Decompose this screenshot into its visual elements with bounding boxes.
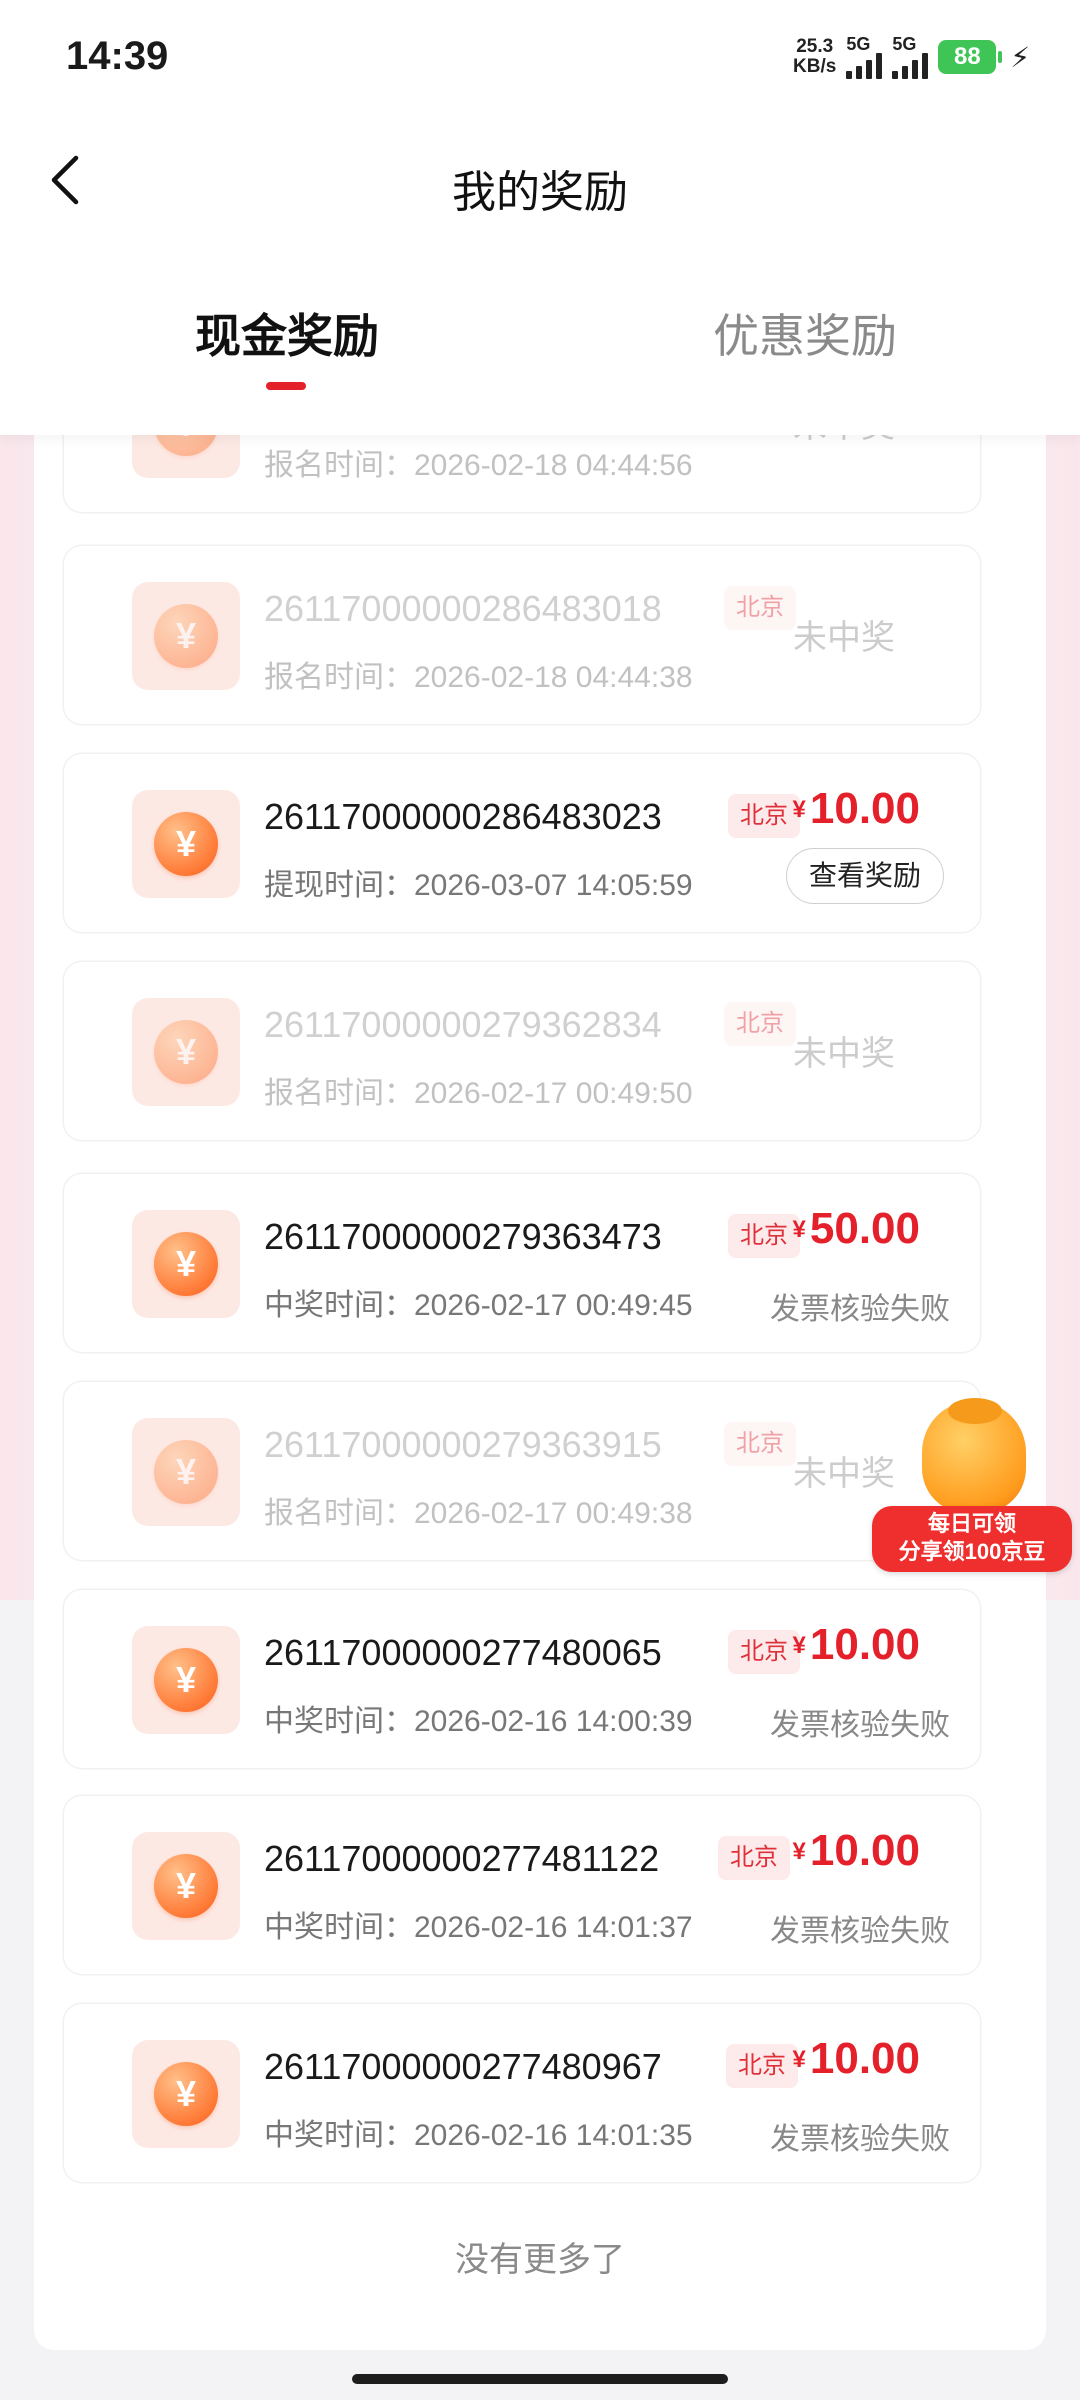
reward-status: 未中奖	[793, 1035, 895, 1073]
reward-id: 26117000000277480065	[264, 1632, 662, 1673]
network-type-label: 5G	[846, 34, 871, 54]
network-speed: 25.3 KB/s	[793, 36, 837, 77]
currency-symbol: ¥	[792, 796, 806, 823]
signal-1: 5G	[846, 34, 883, 79]
signal-icon	[846, 53, 883, 79]
currency-symbol: ¥	[792, 1632, 806, 1659]
yuan-coin-icon: ¥	[154, 812, 218, 876]
reward-card[interactable]: ¥ 26117000000286483023 北京 提现时间：2026-03-0…	[64, 754, 980, 932]
yuan-coin-icon: ¥	[154, 604, 218, 668]
promo-line-1: 每日可领	[927, 1511, 1016, 1536]
reward-card[interactable]: ¥ 26117000000279362834 北京 报名时间：2026-02-1…	[64, 962, 980, 1140]
reward-note: 发票核验失败	[770, 1915, 950, 1948]
home-indicator[interactable]	[352, 2374, 728, 2384]
coin-icon-wrap: ¥	[132, 582, 240, 690]
charging-icon: ⚡	[1010, 41, 1030, 73]
reward-id: 26117000000286483018	[264, 588, 662, 629]
coin-icon-wrap: ¥	[132, 998, 240, 1106]
coin-icon-wrap: ¥	[132, 1626, 240, 1734]
reward-time: 报名时间：2026-02-18 04:44:38	[264, 661, 693, 694]
no-more-text: 没有更多了	[455, 2241, 625, 2279]
yuan-coin-icon: ¥	[154, 1854, 218, 1918]
city-badge: 北京	[728, 1214, 800, 1258]
coin-icon-wrap: ¥	[132, 1210, 240, 1318]
reward-card[interactable]: ¥ 26117000000279363915 北京 报名时间：2026-02-1…	[64, 1382, 980, 1560]
status-time: 14:39	[66, 34, 169, 78]
reward-time: 报名时间：2026-02-18 04:44:56	[264, 449, 693, 482]
reward-amount: ¥10.00	[792, 784, 920, 833]
currency-symbol: ¥	[792, 2046, 806, 2073]
reward-time: 报名时间：2026-02-17 00:49:38	[264, 1497, 693, 1530]
view-reward-button[interactable]: 查看奖励	[786, 848, 944, 904]
reward-status: 未中奖	[793, 619, 895, 657]
daily-beans-promo[interactable]: 每日可领 分享领100京豆	[868, 1398, 1080, 1574]
currency-symbol: ¥	[792, 1216, 806, 1243]
reward-amount: ¥10.00	[792, 1826, 920, 1875]
reward-amount: ¥10.00	[792, 2034, 920, 2083]
reward-id: 26117000000279362834	[264, 1004, 662, 1045]
status-bar: 14:39 25.3 KB/s 5G 5G 88 ⚡	[0, 0, 1080, 120]
status-icons: 25.3 KB/s 5G 5G 88 ⚡	[793, 32, 1030, 82]
coin-icon-wrap: ¥	[132, 1832, 240, 1940]
page-header: 我的奖励 现金奖励 优惠奖励	[0, 120, 1080, 435]
yuan-coin-icon: ¥	[154, 1648, 218, 1712]
reward-time: 中奖时间：2026-02-17 00:49:45	[264, 1289, 693, 1322]
reward-amount: ¥10.00	[792, 1620, 920, 1669]
reward-time: 提现时间：2026-03-07 14:05:59	[264, 869, 693, 902]
reward-time: 中奖时间：2026-02-16 14:01:37	[264, 1911, 693, 1944]
signal-icon	[892, 53, 929, 79]
reward-card[interactable]: ¥ 26117000000277480967 北京 中奖时间：2026-02-1…	[64, 2004, 980, 2182]
reward-amount: ¥50.00	[792, 1204, 920, 1253]
reward-card[interactable]: ¥ 26117000000277481122 北京 中奖时间：2026-02-1…	[64, 1796, 980, 1974]
promo-banner: 每日可领 分享领100京豆	[872, 1506, 1072, 1572]
signal-2: 5G	[892, 34, 929, 79]
coin-icon-wrap: ¥	[132, 1418, 240, 1526]
yuan-coin-icon: ¥	[154, 1232, 218, 1296]
reward-card[interactable]: ¥ 26117000000279363473 北京 中奖时间：2026-02-1…	[64, 1174, 980, 1352]
tab-cash-rewards[interactable]: 现金奖励	[195, 300, 379, 366]
reward-note: 发票核验失败	[770, 2123, 950, 2156]
reward-id: 26117000000279363473	[264, 1216, 662, 1257]
reward-card[interactable]: ¥ 26117000000277480065 北京 中奖时间：2026-02-1…	[64, 1590, 980, 1768]
yuan-coin-icon: ¥	[154, 2062, 218, 2126]
yuan-coin-icon: ¥	[154, 1020, 218, 1084]
city-badge: 北京	[718, 1836, 790, 1880]
reward-time: 报名时间：2026-02-17 00:49:50	[264, 1077, 693, 1110]
battery-icon: 88	[938, 40, 1003, 74]
reward-note: 发票核验失败	[770, 1709, 950, 1742]
reward-id: 26117000000279363915	[264, 1424, 662, 1465]
reward-time: 中奖时间：2026-02-16 14:00:39	[264, 1705, 693, 1738]
network-type-label: 5G	[892, 34, 917, 54]
tab-coupon-rewards[interactable]: 优惠奖励	[713, 300, 897, 366]
reward-id: 26117000000277481122	[264, 1838, 660, 1879]
reward-time: 中奖时间：2026-02-16 14:01:35	[264, 2119, 693, 2152]
city-badge: 北京	[728, 1630, 800, 1674]
reward-id: 26117000000277480967	[264, 2046, 662, 2087]
promo-line-2: 分享领100京豆	[898, 1539, 1046, 1564]
tab-active-indicator	[266, 382, 306, 390]
coin-icon-wrap: ¥	[132, 790, 240, 898]
lucky-bag-knot-icon	[948, 1398, 1002, 1424]
reward-id: 26117000000286483023	[264, 796, 662, 837]
reward-card[interactable]: ¥ 26117000000286483018 北京 报名时间：2026-02-1…	[64, 546, 980, 724]
currency-symbol: ¥	[792, 1838, 806, 1865]
page-title: 我的奖励	[452, 168, 628, 217]
yuan-coin-icon: ¥	[154, 1440, 218, 1504]
reward-note: 发票核验失败	[770, 1293, 950, 1326]
coin-icon-wrap: ¥	[132, 2040, 240, 2148]
city-badge: 北京	[728, 794, 800, 838]
city-badge: 北京	[726, 2044, 798, 2088]
